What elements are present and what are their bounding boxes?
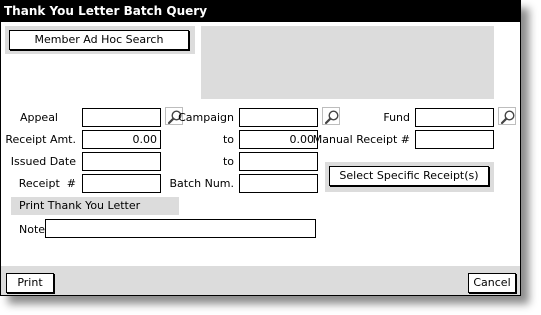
issued-date-to-label: to bbox=[222, 155, 234, 168]
manual-receipt-input[interactable] bbox=[415, 130, 494, 149]
campaign-input[interactable] bbox=[239, 108, 318, 127]
batch-query-dialog: Thank You Letter Batch Query Member Ad H… bbox=[0, 0, 521, 296]
batch-num-input[interactable] bbox=[239, 174, 318, 193]
campaign-label: Campaign bbox=[178, 111, 234, 124]
appeal-label: Appeal bbox=[19, 111, 58, 124]
select-specific-receipts-button[interactable]: Select Specific Receipt(s) bbox=[329, 166, 489, 186]
receipt-amt-label: Receipt Amt. bbox=[5, 133, 76, 146]
fund-input[interactable] bbox=[415, 108, 494, 127]
note-input[interactable] bbox=[45, 219, 316, 238]
manual-receipt-label: Manual Receipt # bbox=[312, 133, 410, 146]
campaign-lookup-button[interactable] bbox=[322, 107, 340, 125]
fund-label: Fund bbox=[383, 111, 410, 124]
member-query-panel bbox=[201, 26, 494, 99]
dialog-button-bar bbox=[1, 266, 520, 295]
note-label: Note bbox=[19, 223, 46, 236]
cancel-button[interactable]: Cancel bbox=[468, 273, 516, 293]
fund-lookup-button[interactable] bbox=[498, 107, 516, 125]
print-thank-you-letter-section: Print Thank You Letter bbox=[11, 197, 179, 215]
magnifier-icon bbox=[500, 110, 515, 125]
batch-num-label: Batch Num. bbox=[169, 177, 234, 190]
receipt-amt-to-label: to bbox=[222, 133, 234, 146]
receipt-amt-from-input[interactable] bbox=[82, 130, 161, 149]
appeal-input[interactable] bbox=[82, 108, 161, 127]
issued-date-label: Issued Date bbox=[10, 155, 76, 168]
receipt-number-label: Receipt # bbox=[18, 177, 76, 190]
print-button[interactable]: Print bbox=[6, 273, 54, 293]
issued-date-to-input[interactable] bbox=[239, 152, 318, 171]
magnifier-icon bbox=[324, 110, 339, 125]
member-ad-hoc-search-button[interactable]: Member Ad Hoc Search bbox=[9, 30, 189, 50]
receipt-number-input[interactable] bbox=[82, 174, 161, 193]
window-title: Thank You Letter Batch Query bbox=[1, 1, 520, 22]
receipt-amt-to-input[interactable] bbox=[239, 130, 318, 149]
issued-date-from-input[interactable] bbox=[82, 152, 161, 171]
